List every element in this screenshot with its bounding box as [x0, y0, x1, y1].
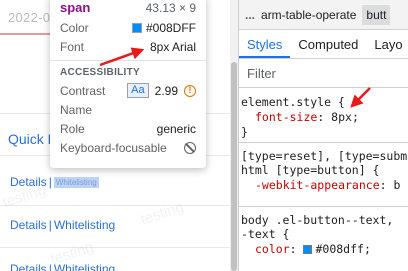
page-scrollbar-thumb[interactable] [231, 62, 237, 271]
css-rule-close: } [241, 125, 248, 139]
css-selector-line2[interactable]: html [type=button] { [241, 163, 408, 177]
devtools-panel: ... arm-table-operate butt Styles Comput… [238, 0, 408, 271]
css-rule-button-type: [type=reset], [type=subm html [type=butt… [239, 143, 408, 207]
contrast-value: 2.99 [154, 83, 178, 98]
row-divider [0, 205, 230, 206]
css-property-name[interactable]: -webkit-appearance [255, 178, 380, 192]
details-link[interactable]: Details [10, 218, 47, 232]
color-label: Color [60, 20, 89, 35]
css-selector[interactable]: [type=reset], [type=subm [241, 149, 408, 163]
page-scrollbar[interactable] [230, 0, 238, 271]
name-label: Name [60, 102, 93, 117]
details-link[interactable]: Details [10, 262, 47, 271]
css-selector[interactable]: body .el-button--text, [241, 213, 408, 227]
contrast-label: Contrast [60, 83, 106, 98]
tab-styles[interactable]: Styles [239, 31, 291, 58]
color-value: #008DFF [145, 20, 196, 35]
element-size: 43.13 × 9 [145, 1, 196, 15]
font-label: Font [60, 39, 85, 54]
whitelisting-link[interactable]: Whitelisting [54, 218, 115, 232]
breadcrumb-more-button[interactable]: ... [239, 8, 261, 22]
breadcrumb-item[interactable]: arm-table-operate [261, 6, 356, 24]
css-property-name[interactable]: color [255, 242, 290, 256]
filter-input[interactable] [239, 60, 408, 87]
whitelisting-link-highlighted[interactable]: Whitelisting [53, 177, 99, 188]
color-swatch-icon[interactable] [303, 245, 313, 254]
css-property-value[interactable]: b [393, 178, 400, 192]
css-selector[interactable]: element.style { [241, 95, 408, 109]
watermark: testing [138, 198, 186, 229]
css-rule-el-button-text: body .el-button--text, -text { color: #0… [239, 207, 408, 271]
keyboard-focusable-label: Keyboard-focusable [60, 140, 167, 155]
tooltip-divider [50, 60, 206, 61]
tab-layout[interactable]: Layo [366, 31, 408, 58]
element-tag: span [60, 0, 91, 15]
role-value: generic [156, 121, 196, 136]
font-value: 8px Arial [149, 39, 196, 54]
not-allowed-icon [184, 141, 196, 154]
element-inspector-tooltip: span 43.13 × 9 Color #008DFF Font 8px Ar… [50, 0, 206, 168]
css-property-name[interactable]: font-size [255, 110, 317, 124]
role-label: Role [60, 121, 85, 136]
tab-computed[interactable]: Computed [290, 31, 366, 58]
row-divider [0, 247, 230, 248]
warning-icon: ! [184, 84, 196, 97]
styles-filter [239, 60, 408, 88]
color-swatch [131, 22, 142, 33]
contrast-badge: Aa [127, 83, 149, 98]
sidebar-tabs: Styles Computed Layo [239, 31, 408, 59]
web-page-area: 2022-03 Quick R Details | Whitelisting Det… [0, 0, 230, 271]
css-selector-line2[interactable]: -text { [241, 227, 408, 241]
dom-breadcrumb: ... arm-table-operate butt [239, 0, 408, 30]
css-property-value[interactable]: 8px; [331, 110, 359, 124]
css-rule-element-style: element.style { font-size: 8px; } [239, 89, 408, 143]
breadcrumb-item-selected[interactable]: butt [362, 4, 391, 25]
accessibility-heading: ACCESSIBILITY [60, 67, 141, 78]
css-property-value[interactable]: #008dff; [315, 242, 370, 256]
table-row-actions: Details | Whitelisting [10, 218, 116, 232]
